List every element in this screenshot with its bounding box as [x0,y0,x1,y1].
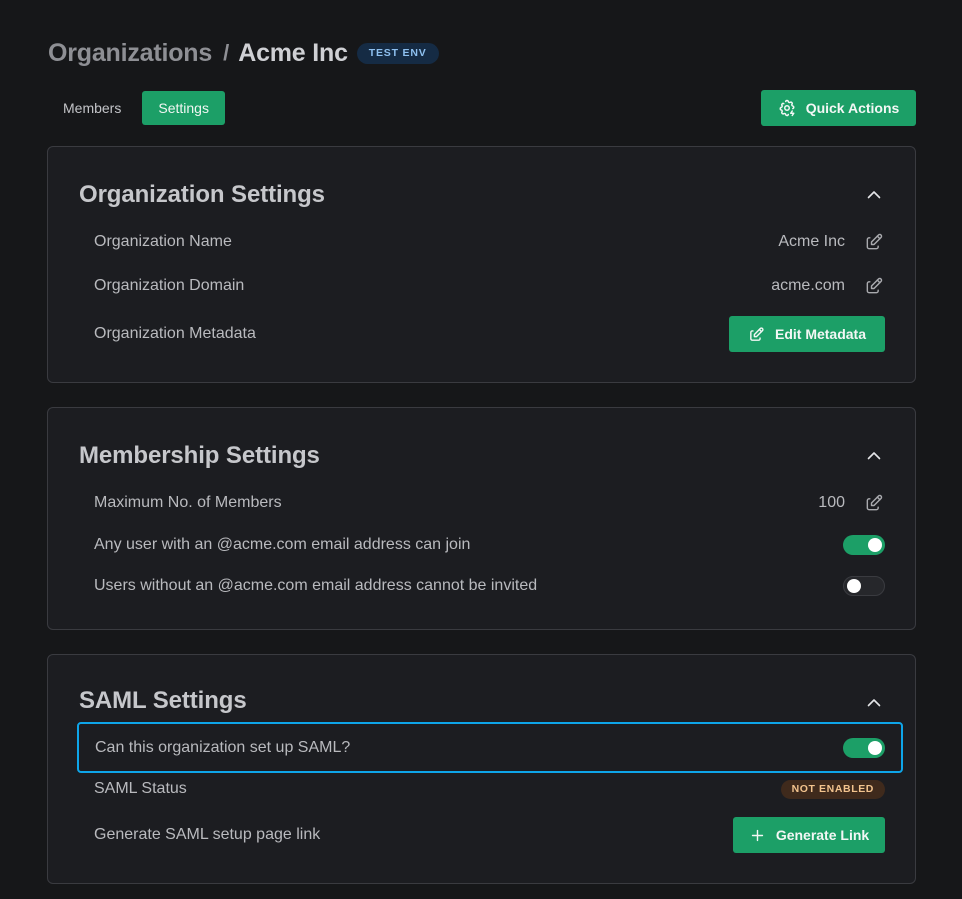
saml-settings-title: SAML Settings [79,687,247,714]
organization-settings-page: Organizations / Acme Inc TEST ENV Member… [0,0,962,899]
max-members-value: 100 [818,494,845,511]
organization-settings-title: Organization Settings [79,181,325,208]
saml-status-label: SAML Status [94,780,187,797]
toggle-knob [847,579,861,593]
chevron-up-icon [867,191,881,199]
edit-organization-domain-button[interactable] [863,275,885,297]
domain-join-label: Any user with an @acme.com email address… [94,536,471,553]
saml-can-setup-toggle[interactable] [843,737,885,758]
max-members-row: Maximum No. of Members 100 [79,483,885,523]
edit-icon [866,277,883,294]
chevron-up-icon [867,452,881,460]
edit-metadata-label: Edit Metadata [774,326,866,342]
saml-settings-card: SAML Settings Can this organization set … [47,654,916,884]
breadcrumb: Organizations / Acme Inc TEST ENV [48,36,439,70]
saml-setup-link-label: Generate SAML setup page link [94,826,321,843]
edit-icon [750,326,764,341]
env-badge: TEST ENV [356,42,439,64]
saml-status-badge: NOT ENABLED [780,779,885,799]
domain-join-row: Any user with an @acme.com email address… [79,525,885,565]
organization-name-value: Acme Inc [778,233,845,250]
edit-metadata-button[interactable]: Edit Metadata [729,316,885,352]
saml-setup-link-row: Generate SAML setup page link Generate L… [79,815,885,855]
tab-members[interactable]: Members [48,91,136,125]
restrict-invites-row: Users without an @acme.com email address… [79,566,885,606]
breadcrumb-separator: / [223,40,230,65]
breadcrumb-organizations-link[interactable]: Organizations [48,39,212,68]
tab-bar: Members Settings [48,91,225,125]
membership-settings-title: Membership Settings [79,442,320,469]
organization-metadata-label: Organization Metadata [94,325,256,342]
page-title: Acme Inc [238,38,348,67]
organization-domain-value: acme.com [771,277,845,294]
organization-name-row: Organization Name Acme Inc [79,222,885,262]
collapse-membership-settings-button[interactable] [863,445,885,467]
tab-settings[interactable]: Settings [142,91,225,125]
plus-icon [751,829,763,841]
quick-actions-button[interactable]: Quick Actions [761,90,916,126]
collapse-saml-settings-button[interactable] [863,692,885,714]
saml-can-setup-row[interactable]: Can this organization set up SAML? [77,722,903,773]
quick-actions-label: Quick Actions [805,100,900,116]
toggle-knob [868,538,882,552]
generate-link-label: Generate Link [775,827,870,843]
membership-settings-card: Membership Settings Maximum No. of Membe… [47,407,916,630]
chevron-up-icon [867,699,881,707]
organization-domain-row: Organization Domain acme.com [79,266,885,306]
domain-join-toggle[interactable] [843,535,885,555]
organization-metadata-row: Organization Metadata Edit Metadata [79,314,885,354]
toggle-knob [868,740,882,755]
edit-organization-name-button[interactable] [863,231,885,253]
saml-status-row: SAML Status NOT ENABLED [79,769,885,809]
collapse-organization-settings-button[interactable] [863,184,885,206]
restrict-invites-label: Users without an @acme.com email address… [94,577,538,594]
edit-icon [866,233,883,250]
generate-link-button[interactable]: Generate Link [733,817,885,853]
gear-bolt-icon [778,99,796,117]
organization-settings-card: Organization Settings Organization Name … [47,146,916,383]
organization-name-label: Organization Name [94,233,232,250]
max-members-label: Maximum No. of Members [94,494,282,511]
edit-max-members-button[interactable] [863,492,885,514]
restrict-invites-toggle[interactable] [843,576,885,596]
organization-domain-label: Organization Domain [94,277,245,294]
saml-can-setup-label: Can this organization set up SAML? [95,738,351,756]
edit-icon [866,494,883,511]
